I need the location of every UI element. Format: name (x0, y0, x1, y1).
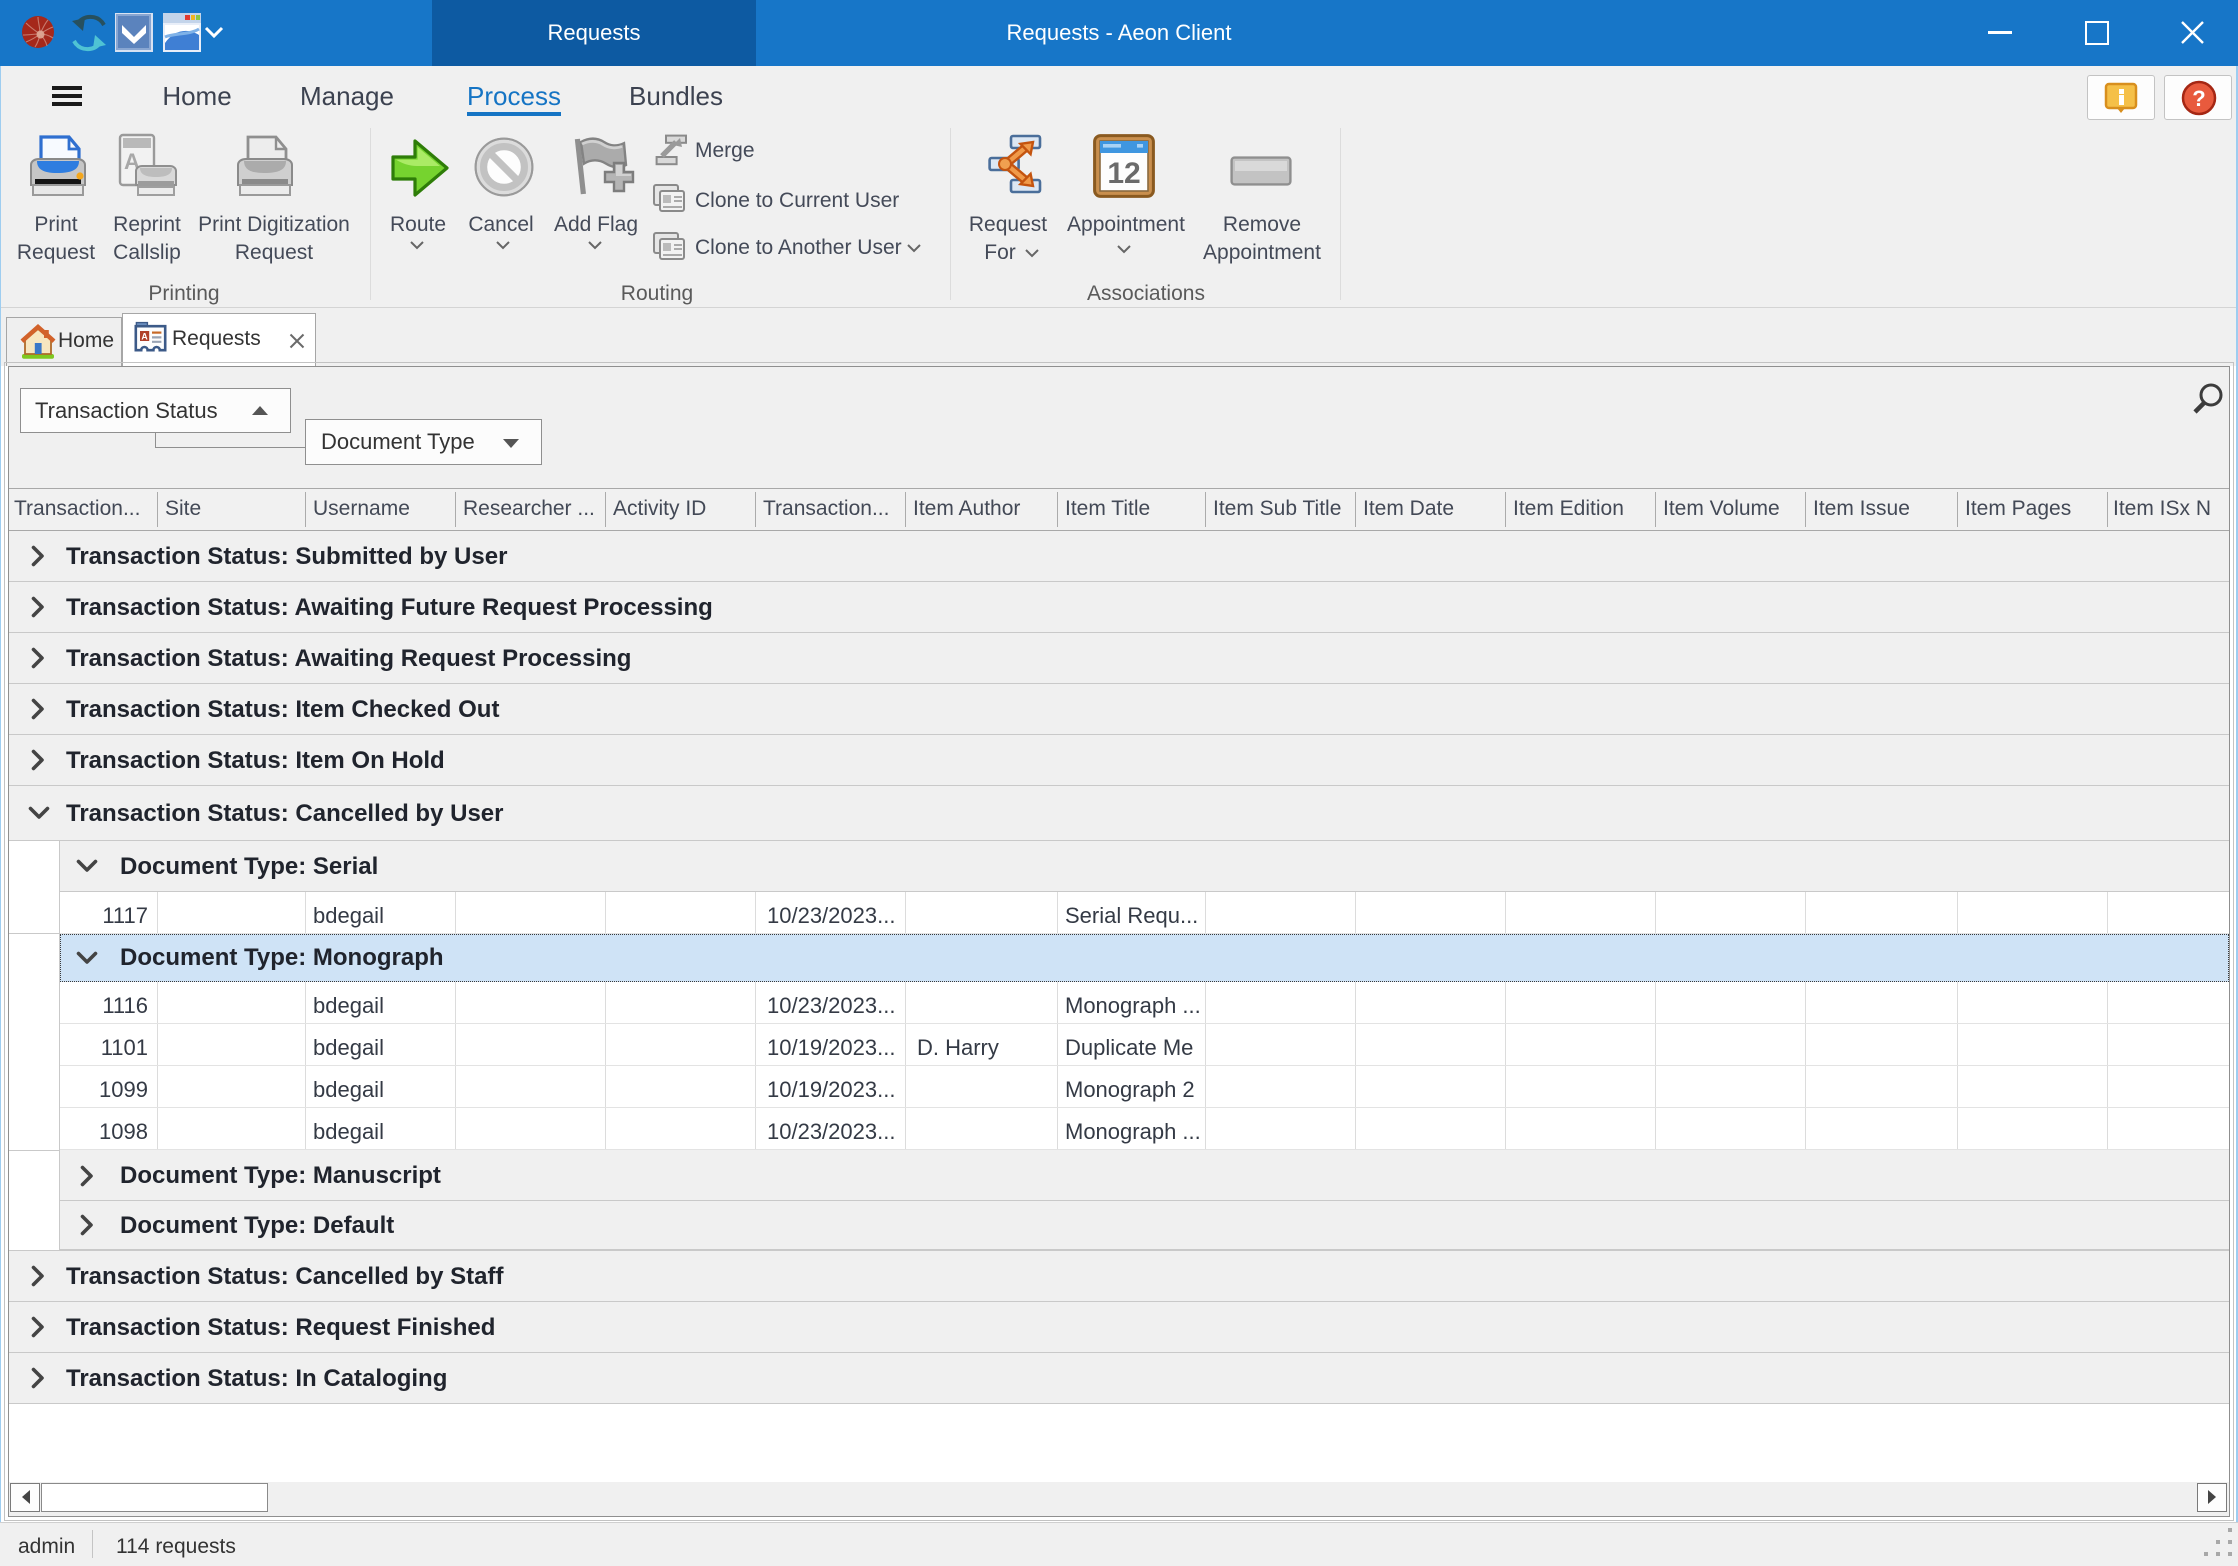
svg-text:12: 12 (1107, 157, 1140, 190)
svg-text:A: A (141, 331, 148, 341)
svg-text:?: ? (2192, 86, 2205, 111)
